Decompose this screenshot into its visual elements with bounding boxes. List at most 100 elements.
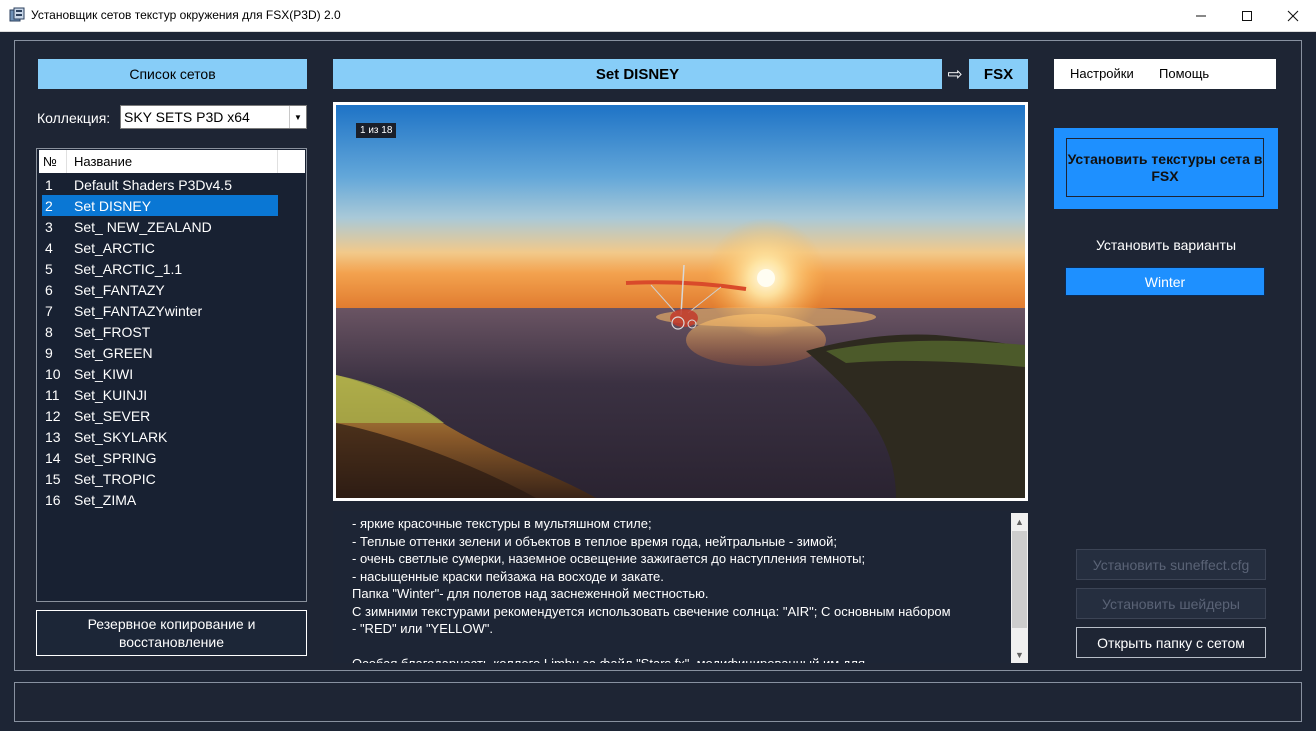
list-item-number: 16 — [45, 492, 61, 508]
menu-settings[interactable]: Настройки — [1070, 66, 1134, 81]
list-item-name: Set_SKYLARK — [74, 429, 168, 445]
target-sim-label: FSX — [969, 59, 1028, 89]
set-title: Set DISNEY — [333, 59, 942, 89]
collection-select[interactable]: SKY SETS P3D x64 ▼ — [120, 105, 307, 129]
description-line — [352, 638, 1012, 656]
list-rows: 1 Default Shaders P3Dv4.5 2 Set DISNEY 3 Set_… — [42, 174, 278, 510]
list-item-number: 15 — [45, 471, 61, 487]
list-item[interactable]: 11 Set_KUINJI — [42, 384, 278, 405]
list-item[interactable]: 10 Set_KIWI — [42, 363, 278, 384]
description-box[interactable]: - яркие красочные текстуры в мультяшном … — [333, 511, 1028, 663]
variant-winter-button[interactable]: Winter — [1065, 267, 1265, 296]
install-textures-panel: Установить текстуры сета в FSX — [1054, 128, 1278, 209]
list-header: № Название — [39, 150, 305, 173]
description-scrollbar[interactable]: ▲ ▼ — [1011, 513, 1028, 663]
description-line: - Теплые оттенки зелени и объектов в теп… — [352, 533, 838, 549]
list-item-number: 1 — [45, 177, 53, 193]
list-item-number: 14 — [45, 450, 61, 466]
description-line: - "RED" или "YELLOW". — [352, 621, 493, 636]
minimize-button[interactable] — [1178, 0, 1224, 31]
menu-bar: Настройки Помощь — [1054, 59, 1276, 89]
description-line: - очень светлые сумерки, наземное освеще… — [352, 551, 866, 566]
list-item-number: 3 — [45, 219, 53, 235]
app-icon — [9, 7, 25, 22]
maximize-button[interactable] — [1224, 0, 1270, 31]
list-item[interactable]: 6 Set_FANTAZY — [42, 279, 278, 300]
close-button[interactable] — [1270, 0, 1316, 31]
list-item-name: Set_FANTAZY — [74, 282, 165, 298]
list-item[interactable]: 13 Set_SKYLARK — [42, 426, 278, 447]
list-item-number: 13 — [45, 429, 61, 445]
description-line: Особая благодарность коллеге Limbu за фа… — [352, 655, 1012, 663]
list-item[interactable]: 12 Set_SEVER — [42, 405, 278, 426]
column-header-name[interactable]: Название — [68, 150, 278, 173]
list-item[interactable]: 1 Default Shaders P3Dv4.5 — [42, 174, 278, 195]
scroll-thumb[interactable] — [1012, 531, 1027, 628]
title-bar: Установщик сетов текстур окружения для F… — [0, 0, 1316, 32]
list-item-name: Set_ARCTIC_1.1 — [74, 261, 183, 277]
sets-list-header: Список сетов — [38, 59, 307, 89]
maximize-icon — [1242, 10, 1252, 21]
backup-restore-button[interactable]: Резервное копирование и восстановление — [36, 610, 307, 656]
close-icon — [1287, 10, 1299, 21]
list-item-name: Set DISNEY — [74, 198, 152, 214]
list-item-number: 6 — [45, 282, 53, 298]
variants-label: Установить варианты — [1095, 237, 1237, 253]
list-item[interactable]: 4 Set_ARCTIC — [42, 237, 278, 258]
install-shaders-button[interactable]: Установить шейдеры — [1076, 588, 1266, 619]
open-set-folder-button[interactable]: Открыть папку с сетом — [1076, 627, 1266, 658]
list-item-name: Default Shaders P3Dv4.5 — [74, 177, 232, 193]
list-item[interactable]: 2 Set DISNEY — [42, 195, 278, 216]
list-item-name: Set_SEVER — [74, 408, 151, 424]
status-bar — [14, 682, 1302, 722]
install-textures-button[interactable]: Установить текстуры сета в FSX — [1066, 138, 1264, 197]
scroll-up-icon[interactable]: ▲ — [1011, 513, 1028, 530]
list-item[interactable]: 14 Set_SPRING — [42, 447, 278, 468]
collection-value: SKY SETS P3D x64 — [124, 109, 250, 125]
preview-picture — [336, 105, 1025, 498]
description-text: - яркие красочные текстуры в мультяшном … — [352, 515, 1012, 663]
scroll-down-icon[interactable]: ▼ — [1011, 646, 1028, 663]
menu-help[interactable]: Помощь — [1159, 66, 1209, 81]
list-item-name: Set_GREEN — [74, 345, 153, 361]
list-item-name: Set_ NEW_ZEALAND — [74, 219, 212, 235]
description-line: - яркие красочные текстуры в мультяшном … — [352, 516, 652, 531]
minimize-icon — [1196, 15, 1206, 16]
list-item-name: Set_FANTAZYwinter — [74, 303, 203, 319]
list-item[interactable]: 3 Set_ NEW_ZEALAND — [42, 216, 278, 237]
list-item-number: 10 — [45, 366, 61, 382]
preview-image[interactable]: 1 из 18 — [333, 102, 1028, 501]
list-item[interactable]: 5 Set_ARCTIC_1.1 — [42, 258, 278, 279]
column-header-number[interactable]: № — [39, 150, 67, 173]
install-suneffect-button[interactable]: Установить suneffect.cfg — [1076, 549, 1266, 580]
list-item-name: Set_KUINJI — [74, 387, 148, 403]
sets-list[interactable]: № Название 1 Default Shaders P3Dv4.5 2 Set … — [36, 148, 307, 602]
list-item[interactable]: 8 Set_FROST — [42, 321, 278, 342]
list-item-name: Set_ARCTIC — [74, 240, 155, 256]
collection-label: Коллекция: — [37, 110, 111, 126]
list-item-name: Set_FROST — [74, 324, 151, 340]
list-item-number: 9 — [45, 345, 53, 361]
list-item[interactable]: 7 Set_FANTAZYwinter — [42, 300, 278, 321]
chevron-down-icon[interactable]: ▼ — [289, 106, 306, 128]
list-item-name: Set_ZIMA — [74, 492, 137, 508]
image-counter: 1 из 18 — [356, 123, 397, 138]
description-line: - насыщенные краски пейзажа на восходе и… — [352, 568, 664, 584]
description-line: С зимними текстурами рекомендуется испол… — [352, 603, 951, 619]
list-item-number: 12 — [45, 408, 61, 424]
list-item-number: 2 — [45, 198, 53, 214]
list-item-name: Set_TROPIC — [74, 471, 156, 487]
window-title: Установщик сетов текстур окружения для F… — [31, 8, 341, 22]
list-item-number: 7 — [45, 303, 53, 319]
list-item-number: 11 — [45, 387, 60, 403]
list-item[interactable]: 9 Set_GREEN — [42, 342, 278, 363]
arrow-right-icon: ⇨ — [947, 63, 963, 84]
description-line: Папка "Winter"- для полетов над заснежен… — [352, 586, 709, 601]
list-item-number: 8 — [45, 324, 53, 340]
list-item-number: 4 — [45, 240, 53, 256]
list-item[interactable]: 16 Set_ZIMA — [42, 489, 278, 510]
list-item[interactable]: 15 Set_TROPIC — [42, 468, 278, 489]
list-item-number: 5 — [45, 261, 53, 277]
list-item-name: Set_KIWI — [74, 366, 134, 382]
list-item-name: Set_SPRING — [74, 450, 157, 466]
